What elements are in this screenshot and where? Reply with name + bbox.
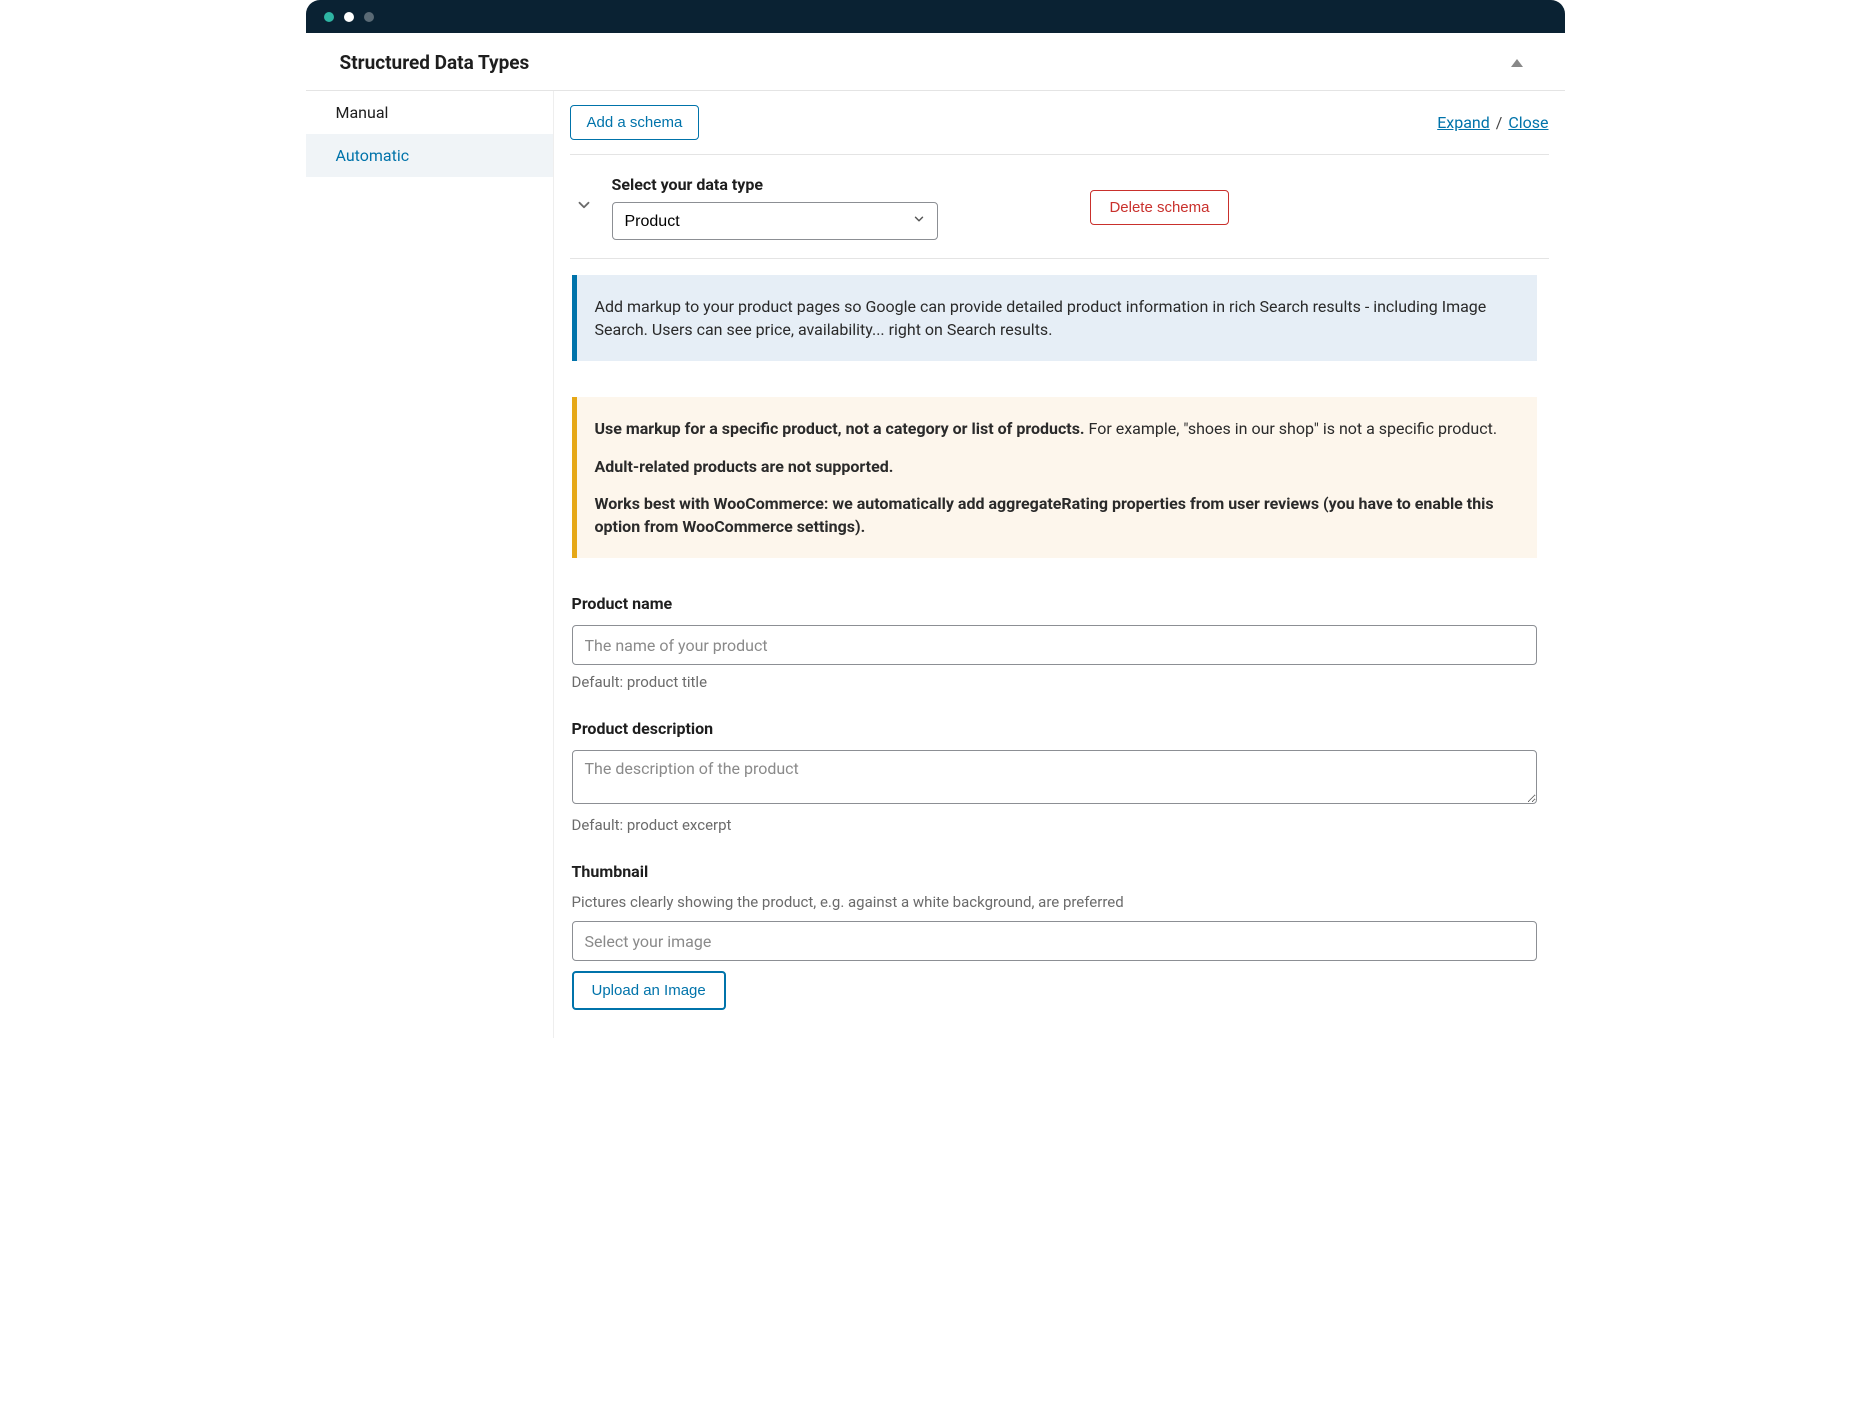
info-notice-text: Add markup to your product pages so Goog…	[595, 297, 1487, 339]
product-description-field: Product description Default: product exc…	[572, 719, 1537, 834]
toolbar: Add a schema Expand / Close	[570, 105, 1549, 155]
window: Structured Data Types Manual Automatic A…	[306, 0, 1565, 1038]
schema-head: Select your data type Product Delete sch…	[570, 155, 1549, 258]
collapse-toggle-icon[interactable]	[1511, 59, 1523, 67]
product-description-input[interactable]	[572, 750, 1537, 804]
add-schema-button[interactable]: Add a schema	[570, 105, 700, 140]
sidebar: Manual Automatic	[306, 91, 554, 1038]
thumbnail-input[interactable]	[572, 921, 1537, 961]
titlebar	[306, 0, 1565, 33]
thumbnail-label: Thumbnail	[572, 862, 1537, 881]
upload-image-button[interactable]: Upload an Image	[572, 971, 726, 1010]
product-name-label: Product name	[572, 594, 1537, 613]
panel-header: Structured Data Types	[306, 33, 1565, 91]
info-notice: Add markup to your product pages so Goog…	[572, 275, 1537, 361]
toolbar-links: Expand / Close	[1437, 113, 1548, 132]
product-name-input[interactable]	[572, 625, 1537, 665]
warning-line-1: Use markup for a specific product, not a…	[595, 417, 1519, 440]
sidebar-item-label: Automatic	[336, 146, 410, 165]
warning-notice: Use markup for a specific product, not a…	[572, 397, 1537, 558]
main-content: Add a schema Expand / Close Select your …	[554, 91, 1565, 1038]
expand-link[interactable]: Expand	[1437, 113, 1490, 132]
warning-line-3: Works best with WooCommerce: we automati…	[595, 492, 1519, 538]
chevron-down-icon[interactable]	[570, 196, 594, 219]
data-type-select[interactable]: Product	[612, 202, 938, 240]
panel-body: Manual Automatic Add a schema Expand / C…	[306, 91, 1565, 1038]
data-type-group: Select your data type Product	[612, 175, 938, 240]
warning-line-2: Adult-related products are not supported…	[595, 455, 1519, 478]
window-control-zoom[interactable]	[364, 12, 374, 22]
product-description-label: Product description	[572, 719, 1537, 738]
schema-content: Add markup to your product pages so Goog…	[570, 259, 1549, 1010]
close-link[interactable]: Close	[1508, 113, 1548, 132]
product-name-field: Product name Default: product title	[572, 594, 1537, 691]
window-control-minimize[interactable]	[344, 12, 354, 22]
link-separator: /	[1490, 113, 1509, 132]
data-type-label: Select your data type	[612, 175, 938, 194]
product-description-hint: Default: product excerpt	[572, 816, 1537, 834]
delete-schema-button[interactable]: Delete schema	[1090, 190, 1228, 225]
data-type-select-wrap: Product	[612, 202, 938, 240]
thumbnail-sublabel: Pictures clearly showing the product, e.…	[572, 893, 1537, 911]
sidebar-item-automatic[interactable]: Automatic	[306, 134, 553, 177]
schema-block: Select your data type Product Delete sch…	[570, 155, 1549, 259]
product-name-hint: Default: product title	[572, 673, 1537, 691]
window-control-close[interactable]	[324, 12, 334, 22]
sidebar-item-manual[interactable]: Manual	[306, 91, 553, 134]
panel-title: Structured Data Types	[340, 51, 530, 74]
thumbnail-field: Thumbnail Pictures clearly showing the p…	[572, 862, 1537, 1010]
sidebar-item-label: Manual	[336, 103, 389, 122]
